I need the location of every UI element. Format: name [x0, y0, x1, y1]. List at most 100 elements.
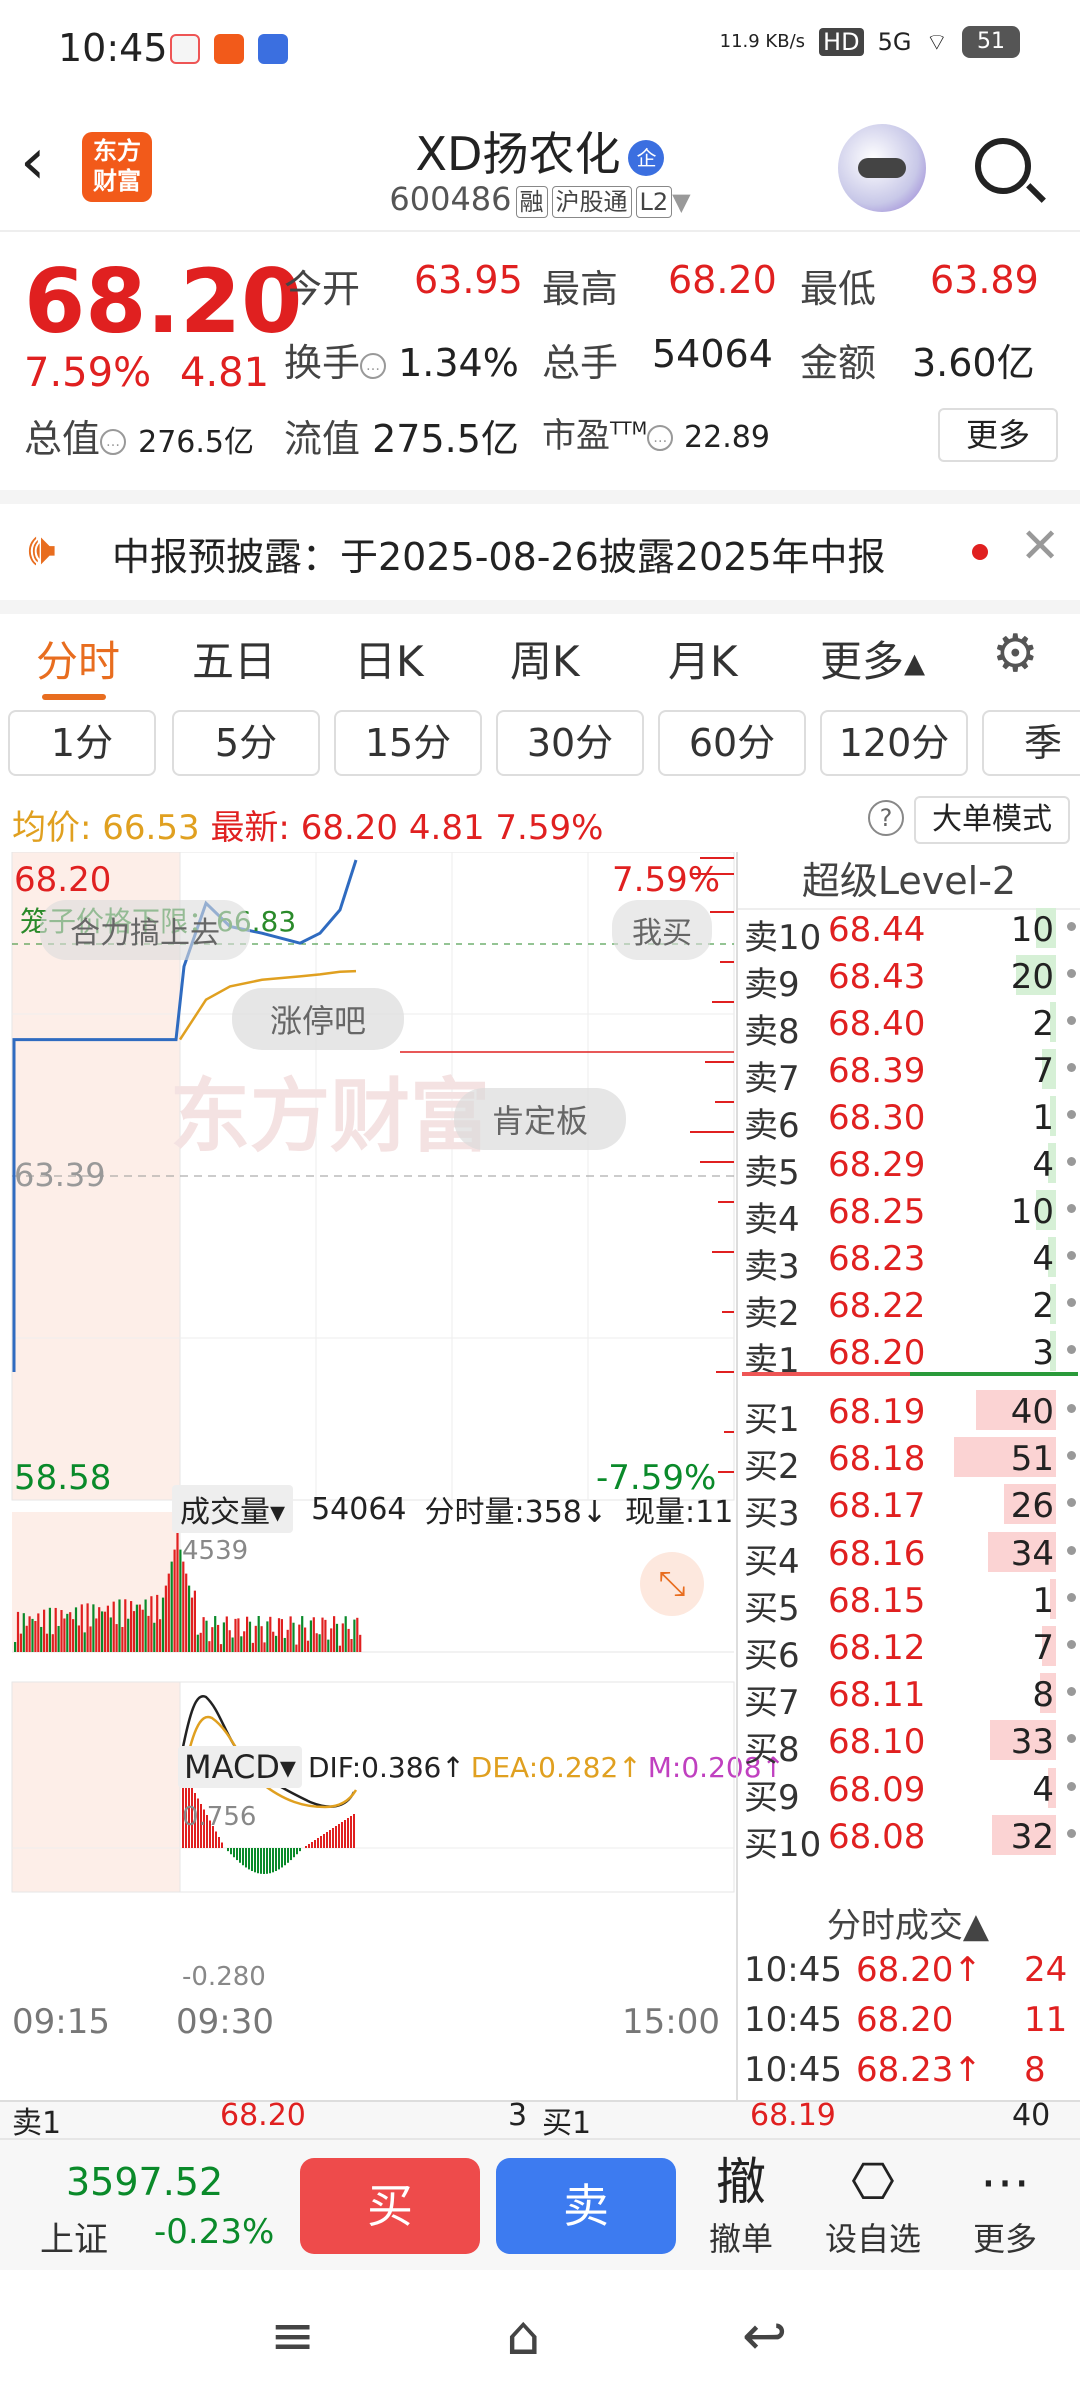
volume-bar — [130, 1601, 133, 1652]
tab-monthly-k[interactable]: 月K — [668, 628, 738, 689]
buy-button[interactable]: 买 — [300, 2158, 480, 2254]
ask-row[interactable]: 卖2 68.22 2 — [738, 1280, 1080, 1334]
period-120min[interactable]: 120分 — [820, 710, 968, 776]
period-1min[interactable]: 1分 — [8, 710, 156, 776]
macd-bar — [272, 1848, 274, 1873]
tab-five-day[interactable]: 五日 — [192, 628, 276, 689]
macd-indicator-select[interactable]: MACD▾ — [178, 1746, 302, 1788]
gear-icon[interactable]: ⚙ — [992, 624, 1039, 684]
macd-bar — [299, 1848, 301, 1852]
volume-bar — [48, 1607, 51, 1652]
tag-l2: L2 — [635, 186, 673, 218]
ask-row[interactable]: 卖6 68.30 1 — [738, 1092, 1080, 1146]
sell-button[interactable]: 卖 — [496, 2158, 676, 2254]
expand-icon[interactable]: ⤡ — [640, 1552, 704, 1616]
volume-bar — [80, 1604, 83, 1652]
more-button[interactable]: ⋯ 更多 — [950, 2150, 1060, 2260]
stock-name: XD扬农化 — [415, 127, 621, 181]
big-order-mode-button[interactable]: 大单模式 — [914, 796, 1070, 844]
volume-bar — [219, 1644, 223, 1652]
dot-icon — [1067, 1345, 1076, 1354]
period-5min[interactable]: 5分 — [172, 710, 320, 776]
cancel-order-button[interactable]: 撤 撤单 — [686, 2150, 796, 2260]
volume-bar — [312, 1617, 315, 1652]
bid-row[interactable]: 买6 68.12 7 — [738, 1622, 1080, 1676]
home-icon[interactable]: ⌂ — [506, 2304, 540, 2367]
index-value[interactable]: 3597.52 — [66, 2160, 223, 2204]
period-15min[interactable]: 15分 — [334, 710, 482, 776]
tab-intraday[interactable]: 分时 — [36, 628, 120, 689]
more-stats-button[interactable]: 更多 — [938, 408, 1058, 462]
bid-row[interactable]: 买10 68.08 32 — [738, 1811, 1080, 1865]
comment-bubble[interactable]: 肯定板 — [454, 1088, 627, 1150]
volume-bar — [77, 1625, 80, 1652]
watermark: 东方财富 — [170, 1070, 490, 1163]
ask-row[interactable]: 卖3 68.23 4 — [738, 1233, 1080, 1287]
tab-more[interactable]: 更多▴ — [820, 628, 925, 689]
index-change[interactable]: -0.23% — [154, 2212, 274, 2252]
macd-bar — [263, 1848, 265, 1874]
ask-row[interactable]: 卖9 68.43 20 — [738, 951, 1080, 1005]
info-icon[interactable]: … — [360, 352, 387, 379]
dot-icon — [1067, 1640, 1076, 1649]
comment-bubble[interactable]: 我买 — [612, 900, 712, 960]
ask-price: 68.39 — [828, 1051, 926, 1091]
chart-top-price: 68.20 — [14, 860, 112, 900]
macd-bar — [254, 1848, 256, 1873]
comment-bubble[interactable]: 涨停吧 — [232, 988, 405, 1050]
add-watchlist-button[interactable]: ⎔ 设自选 — [818, 2150, 928, 2260]
macd-bar — [245, 1848, 247, 1868]
ask-row[interactable]: 卖7 68.39 7 — [738, 1045, 1080, 1099]
bid-row[interactable]: 买7 68.11 8 — [738, 1669, 1080, 1723]
bid-row[interactable]: 买1 68.19 40 — [738, 1386, 1080, 1440]
menu-icon[interactable]: ≡ — [270, 2304, 315, 2367]
tab-daily-k[interactable]: 日K — [354, 628, 424, 689]
bid-price: 68.09 — [828, 1769, 926, 1810]
dot-icon — [1067, 1063, 1076, 1072]
info-icon[interactable]: … — [100, 428, 127, 455]
ask-row[interactable]: 卖5 68.29 4 — [738, 1139, 1080, 1193]
help-icon[interactable]: ? — [868, 800, 904, 836]
period-quarter[interactable]: 季 — [982, 710, 1080, 776]
bid-row[interactable]: 买3 68.17 26 — [738, 1480, 1080, 1534]
comment-bubble[interactable]: 合力搞上去 — [40, 900, 250, 960]
search-icon[interactable] — [975, 138, 1031, 194]
order-book-title[interactable]: 超级Level-2 — [738, 852, 1080, 910]
ask-row[interactable]: 卖10 68.44 10 — [738, 904, 1080, 958]
back-nav-icon[interactable]: ↩ — [742, 2304, 787, 2367]
ask-row[interactable]: 卖8 68.40 2 — [738, 998, 1080, 1052]
chevron-down-icon[interactable]: ▼ — [672, 188, 690, 216]
volume-bar — [315, 1633, 318, 1652]
dot-icon — [1067, 1298, 1076, 1307]
ask-row[interactable]: 卖1 68.20 3 — [738, 1327, 1080, 1381]
ask-row[interactable]: 卖4 68.25 10 — [738, 1186, 1080, 1240]
volume-indicator-select[interactable]: 成交量▾ — [172, 1485, 294, 1533]
volume-bar — [228, 1630, 231, 1652]
index-name[interactable]: 上证 — [40, 2212, 108, 2261]
bid-row[interactable]: 买9 68.09 4 — [738, 1764, 1080, 1818]
info-icon[interactable]: … — [647, 424, 674, 451]
macd-dea: DEA:0.282↑ — [470, 1750, 642, 1784]
tab-weekly-k[interactable]: 周K — [510, 628, 580, 689]
period-30min[interactable]: 30分 — [496, 710, 644, 776]
macd-bar — [215, 1831, 217, 1848]
bid-row[interactable]: 买2 68.18 51 — [738, 1433, 1080, 1487]
bid-row[interactable]: 买5 68.15 1 — [738, 1575, 1080, 1629]
bid-row[interactable]: 买8 68.10 33 — [738, 1716, 1080, 1770]
macd-bar — [296, 1848, 298, 1855]
bid-row[interactable]: 买4 68.16 34 — [738, 1528, 1080, 1582]
volume-bar — [19, 1633, 22, 1652]
earnings-notice-banner[interactable]: 🕪 中报预披露：于2025-08-26披露2025年中报 ✕ — [0, 490, 1080, 586]
assistant-robot-icon[interactable] — [838, 124, 926, 212]
volume-bar — [135, 1604, 138, 1652]
intraday-chart-area[interactable]: 68.20 7.59% 笼子价格下限：66.83 63.39 58.58 -7.… — [0, 851, 785, 2102]
period-chips: 1分 5分 15分 30分 60分 120分 季 — [0, 706, 1080, 786]
trades-title[interactable]: 分时成交▲ — [736, 1898, 1080, 1947]
volume-bar — [199, 1632, 202, 1652]
period-60min[interactable]: 60分 — [658, 710, 806, 776]
macd-bar — [251, 1848, 253, 1872]
volume-bar — [28, 1616, 31, 1652]
close-icon[interactable]: ✕ — [1020, 518, 1060, 574]
volume-bar — [217, 1624, 220, 1652]
macd-bar — [281, 1848, 283, 1868]
